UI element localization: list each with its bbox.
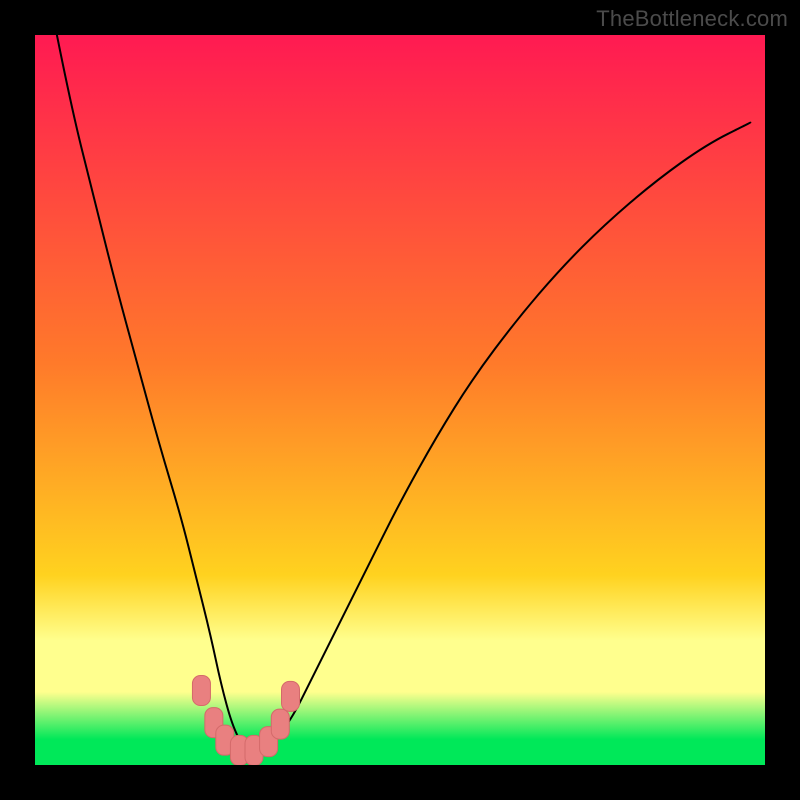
chart-frame: TheBottleneck.com <box>0 0 800 800</box>
bottleneck-chart <box>35 35 765 765</box>
curve-marker <box>271 709 289 739</box>
watermark-text: TheBottleneck.com <box>596 6 788 32</box>
curve-marker <box>282 681 300 711</box>
gradient-background <box>35 35 765 765</box>
curve-marker <box>192 676 210 706</box>
plot-area <box>35 35 765 765</box>
